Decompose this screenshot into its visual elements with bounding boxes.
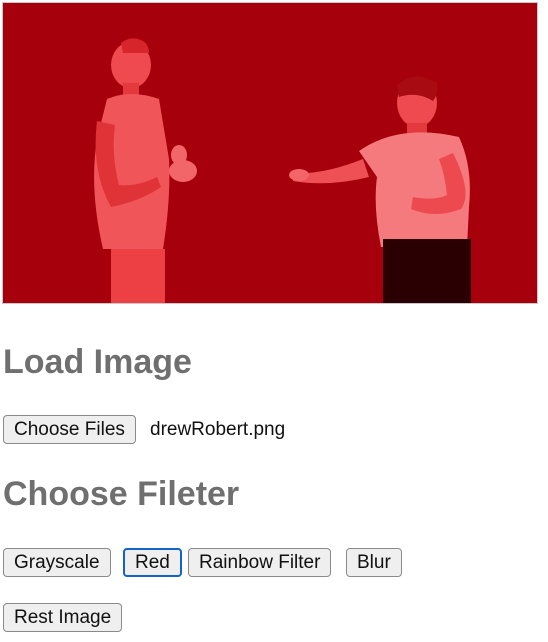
- choose-files-button[interactable]: Choose Files: [3, 415, 136, 444]
- load-image-heading: Load Image: [3, 343, 192, 381]
- choose-filter-heading: Choose Fileter: [3, 475, 240, 513]
- rainbow-filter-button[interactable]: Rainbow Filter: [188, 548, 332, 577]
- filtered-photo: [3, 3, 537, 303]
- image-canvas: [2, 2, 538, 304]
- grayscale-button[interactable]: Grayscale: [3, 548, 111, 577]
- blur-button[interactable]: Blur: [346, 548, 402, 577]
- red-button[interactable]: Red: [123, 548, 182, 577]
- reset-image-button[interactable]: Rest Image: [3, 603, 123, 632]
- selected-file-name: drewRobert.png: [150, 419, 286, 440]
